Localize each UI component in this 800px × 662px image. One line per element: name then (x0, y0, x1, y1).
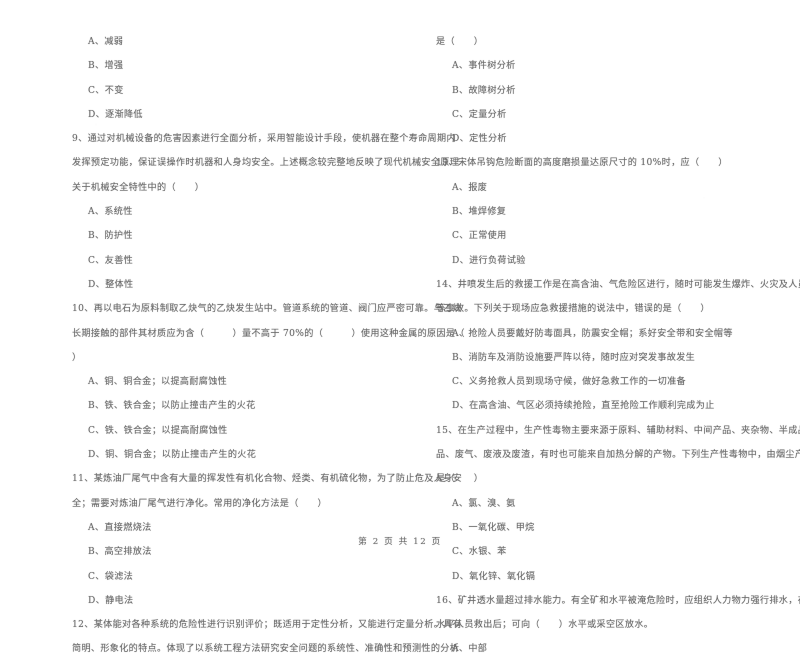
question-stem-line: 是（ ） (436, 474, 484, 485)
option-item: C、定量分析 (452, 109, 507, 120)
option-item: C、不变 (88, 85, 124, 96)
right-column: 是（ ） A、事件树分析 B、故障树分析 C、定量分析 D、定性分析 13、宋体… (436, 30, 800, 662)
left-column: A、减弱 B、增强 C、不变 D、逐渐降低 9、通过对机械设备的危害因素进行全面… (72, 30, 465, 662)
option-item: D、铜、铜合金；以防止撞击产生的火花 (88, 450, 257, 461)
option-item: B、增强 (88, 61, 124, 72)
option-item: A、抢险人员要戴好防毒面具，防震安全帽；系好安全带和安全帽等 (452, 328, 733, 339)
question-stem-line: 12、某体能对各种系统的危险性进行识别评价；既适用于定性分析，又能进行定量分析。… (72, 620, 463, 631)
question-stem-line: 水平人员救出后；可向（ ）水平或采空区放水。 (436, 620, 654, 631)
question-stem-line: 15、在生产过程中，生产性毒物主要来源于原料、辅助材料、中间产品、夹杂物、半成品… (436, 425, 800, 436)
question-stem-line: 等事故。下列关于现场应急救援措施的说法中，错误的是（ ） (436, 304, 710, 315)
option-item: C、正常使用 (452, 231, 507, 242)
option-item: A、氯、溴、氨 (452, 498, 516, 509)
option-item: C、袋滤法 (88, 571, 134, 582)
question-stem-line: 关于机械安全特性中的（ ） (72, 182, 205, 193)
option-item: B、消防车及消防设施要严阵以待，随时应对突发事故发生 (452, 352, 696, 363)
question-stem-line: 16、矿井透水量超过排水能力。有全矿和水平被淹危险时，应组织人力物力强行排水，在… (436, 595, 800, 606)
option-item: A、减弱 (88, 37, 124, 47)
option-item: D、逐渐降低 (88, 109, 143, 120)
question-stem-line: 全；需要对炼油厂尾气进行净化。常用的净化方法是（ ） (72, 498, 327, 509)
two-column-layout: A、减弱 B、增强 C、不变 D、逐渐降低 9、通过对机械设备的危害因素进行全面… (72, 30, 800, 662)
option-item: B、堆焊修复 (452, 207, 507, 218)
question-stem-line: ） (72, 352, 82, 363)
question-stem-line: 简明、形象化的特点。体现了以系统工程方法研究安全问题的系统性、准确性和预测性的分… (72, 644, 460, 655)
option-item: D、整体性 (88, 279, 134, 290)
option-item: A、事件树分析 (452, 61, 516, 72)
option-item: B、故障树分析 (452, 85, 516, 96)
question-stem-line: 9、通过对机械设备的危害因素进行全面分析，采用智能设计手段，使机器在整个寿命周期… (72, 134, 456, 145)
option-item: C、铁、铁合金；以提高耐腐蚀性 (88, 425, 228, 436)
option-item: D、在高含油、气区必须持续抢险，直至抢险工作顺利完成为止 (452, 401, 715, 412)
option-item: A、报废 (452, 182, 488, 193)
question-stem-line: 10、再以电石为原料制取乙炔气的乙炔发生站中。管道系统的管道、阀门应严密可靠。与… (72, 304, 463, 315)
option-item: B、防护性 (88, 231, 133, 242)
option-item: C、义务抢救人员到现场守候，做好急救工作的一切准备 (452, 377, 686, 388)
option-item: C、友善性 (88, 255, 134, 266)
question-stem-line: 13、宋体吊钩危险断面的高度磨损量达原尺寸的 10%时，应（ ） (436, 158, 728, 169)
option-item: A、中部 (452, 644, 488, 655)
option-item: B、铁、铁合金；以防止撞击产生的火花 (88, 401, 256, 412)
question-stem-line: 发挥预定功能，保证误操作时机器和人身均安全。上述概念较完整地反映了现代机械安全原… (72, 158, 460, 169)
question-stem-line: 长期接触的部件其材质应为含（ ）量不高于 70%的（ ）使用这种金属的原因是（ (72, 328, 465, 339)
option-item: D、进行负荷试验 (452, 255, 526, 266)
question-stem-line: 14、井喷发生后的救援工作是在高含油、气危险区进行，随时可能发生爆炸、火灾及人员… (436, 279, 800, 290)
option-item: A、铜、铜合金；以提高耐腐蚀性 (88, 377, 228, 388)
question-stem-line: 11、某炼油厂尾气中含有大量的挥发性有机化合物、烃类、有机硫化物，为了防止危及人… (72, 474, 463, 485)
option-item: A、系统性 (88, 207, 133, 218)
option-item: D、定性分析 (452, 134, 507, 145)
question-stem-line: 品、废气、废液及废渣，有时也可能来自加热分解的产物。下列生产性毒物中，由烟尘产生… (436, 450, 800, 461)
page-footer: 第 2 页 共 12 页 (358, 537, 442, 547)
option-item: D、氧化锌、氧化镉 (452, 571, 536, 582)
option-item: D、静电法 (88, 595, 134, 606)
question-stem-continuation: 是（ ） (436, 37, 484, 47)
exam-page: A、减弱 B、增强 C、不变 D、逐渐降低 9、通过对机械设备的危害因素进行全面… (0, 0, 800, 654)
